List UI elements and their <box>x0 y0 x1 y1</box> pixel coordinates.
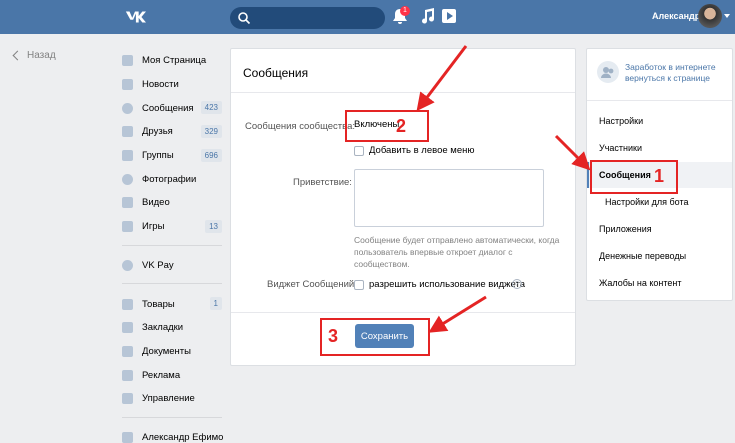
groups-count: 696 <box>200 148 222 162</box>
widget-checkbox[interactable] <box>354 280 364 290</box>
goods-count: 1 <box>209 297 222 311</box>
back-link[interactable]: Назад <box>12 50 56 61</box>
games-count: 13 <box>205 219 222 233</box>
nav-item-vk-pay[interactable]: VK Pay <box>122 254 222 278</box>
annotation-number-3: 3 <box>328 326 339 346</box>
nav-item-bookmarks[interactable]: Закладки <box>122 316 222 340</box>
document-icon <box>122 345 133 357</box>
chevron-left-icon <box>12 50 23 61</box>
nav-item-messages[interactable]: Сообщения 423 <box>122 96 222 120</box>
menu-item-complaints[interactable]: Жалобы на контент <box>599 278 682 288</box>
panel-divider <box>231 312 575 313</box>
nav-item-news[interactable]: Новости <box>122 73 222 97</box>
avatar[interactable] <box>698 4 722 28</box>
annotation-number-1: 1 <box>654 166 665 186</box>
gamepad-icon <box>122 393 133 405</box>
greeting-label: Приветствие: <box>293 177 352 188</box>
star-icon <box>122 322 133 334</box>
community-avatar[interactable] <box>597 61 619 83</box>
nav-item-friends[interactable]: Друзья 329 <box>122 120 222 144</box>
nav-divider <box>122 416 222 418</box>
greeting-textarea[interactable] <box>354 169 544 227</box>
nav-item-groups[interactable]: Группы 696 <box>122 144 222 168</box>
news-icon <box>122 79 133 91</box>
nav-item-bottom-user[interactable]: Александр Ефимо <box>122 426 223 443</box>
nav-item-my-page[interactable]: Моя Страница <box>122 49 222 73</box>
camera-icon <box>122 173 133 185</box>
panel-divider <box>231 92 575 93</box>
vk-logo[interactable] <box>124 6 146 28</box>
megaphone-icon <box>122 369 133 381</box>
user-icon <box>122 126 133 138</box>
users-icon <box>122 431 133 443</box>
bag-icon <box>122 298 133 310</box>
annotation-box-2 <box>345 110 429 142</box>
gamepad-icon <box>122 221 133 233</box>
chat-icon <box>122 102 133 114</box>
nav-item-goods[interactable]: Товары 1 <box>122 292 222 316</box>
left-navigation: Моя Страница Новости Сообщения 423 Друзь… <box>122 49 223 443</box>
add-left-menu-checkbox[interactable] <box>354 146 364 156</box>
menu-item-apps[interactable]: Приложения <box>599 224 652 234</box>
help-icon[interactable]: ? <box>512 279 522 289</box>
music-icon[interactable] <box>421 8 435 24</box>
nav-divider <box>122 244 222 246</box>
vk-pay-icon <box>122 259 133 271</box>
nav-divider <box>122 283 222 285</box>
menu-divider <box>587 100 732 101</box>
home-icon <box>122 55 133 67</box>
page-title: Сообщения <box>243 66 309 80</box>
community-messages-label: Сообщения сообщества: <box>245 121 356 132</box>
users-icon <box>122 150 133 162</box>
top-header: 1 Александр <box>0 0 735 34</box>
users-icon <box>601 67 614 78</box>
user-name[interactable]: Александр <box>652 11 700 21</box>
search-input[interactable] <box>230 7 385 29</box>
menu-item-members[interactable]: Участники <box>599 143 642 153</box>
search-icon <box>238 12 251 25</box>
nav-item-photos[interactable]: Фотографии <box>122 167 222 191</box>
menu-item-active-bar <box>587 162 589 188</box>
greeting-hint: Сообщение будет отправлено автоматически… <box>354 235 560 269</box>
nav-item-documents[interactable]: Документы <box>122 340 222 364</box>
nav-item-management[interactable]: Управление <box>122 387 222 411</box>
annotation-number-2: 2 <box>396 116 407 136</box>
community-back-link[interactable]: Заработок в интернете вернуться к страни… <box>625 62 730 84</box>
play-icon[interactable] <box>442 9 456 23</box>
messages-count: 423 <box>200 101 222 115</box>
widget-checkbox-label[interactable]: разрешить использование виджета <box>369 279 525 290</box>
menu-item-money-transfers[interactable]: Денежные переводы <box>599 251 686 261</box>
nav-item-ads[interactable]: Реклама <box>122 363 222 387</box>
nav-item-video[interactable]: Видео <box>122 191 222 215</box>
annotation-box-1 <box>590 160 678 194</box>
notification-badge: 1 <box>400 6 410 16</box>
chevron-down-icon[interactable] <box>724 14 730 18</box>
back-label: Назад <box>27 50 56 61</box>
menu-item-bot-settings[interactable]: Настройки для бота <box>605 197 689 207</box>
add-left-menu-label[interactable]: Добавить в левое меню <box>369 145 474 156</box>
widget-label: Виджет Сообщений: <box>267 279 357 290</box>
menu-item-settings[interactable]: Настройки <box>599 116 643 126</box>
film-icon <box>122 197 133 209</box>
nav-item-games[interactable]: Игры 13 <box>122 215 222 239</box>
friends-count: 329 <box>200 125 222 139</box>
